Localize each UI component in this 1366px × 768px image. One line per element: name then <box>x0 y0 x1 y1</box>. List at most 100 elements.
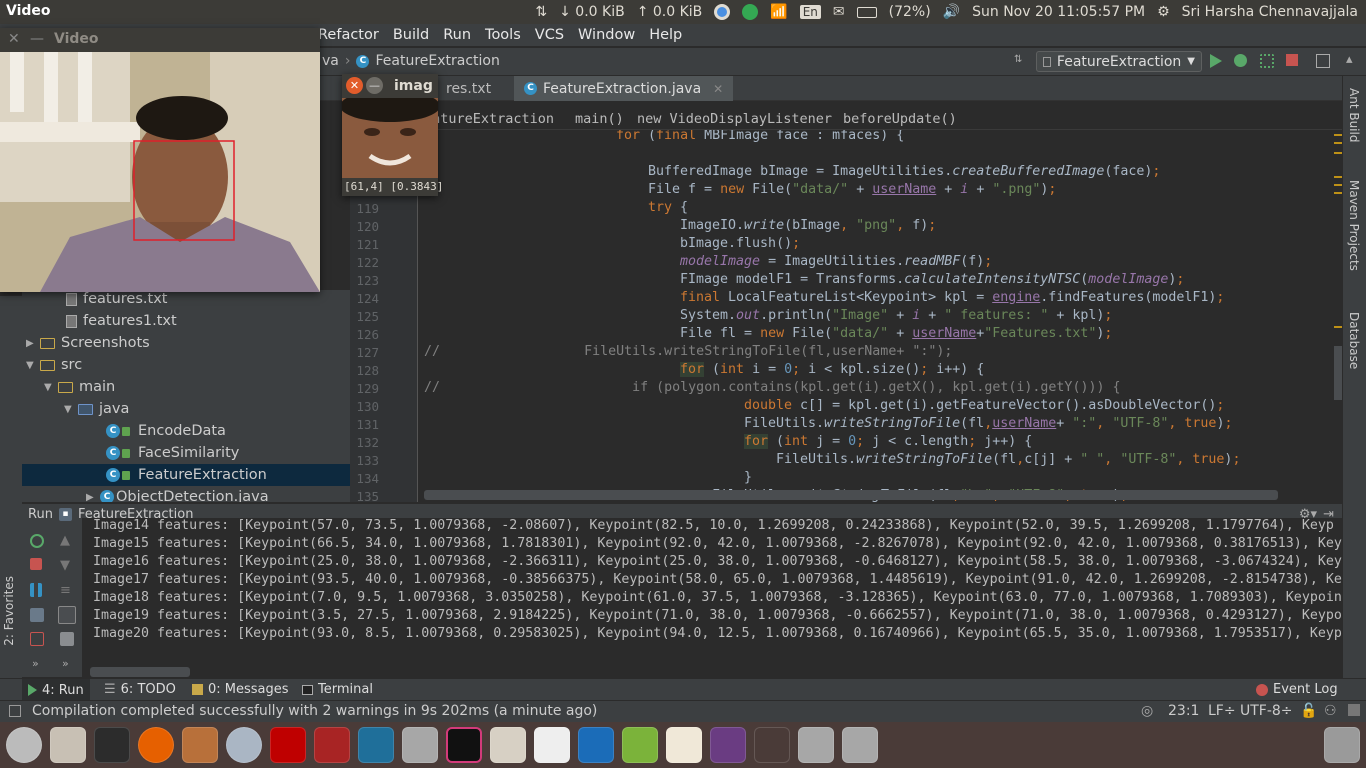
battery-icon[interactable] <box>856 6 877 18</box>
tab-event-log[interactable]: Event Log <box>1256 682 1338 697</box>
keyboard-layout[interactable]: En <box>799 5 821 19</box>
writer-launcher-icon[interactable] <box>578 727 614 763</box>
editor-scroll-marks[interactable] <box>1334 130 1342 502</box>
kodi-launcher-icon[interactable] <box>358 727 394 763</box>
chrome-icon[interactable] <box>714 4 731 20</box>
mail-icon[interactable]: ✉ <box>833 4 845 20</box>
chevron-down-icon[interactable]: ▼ <box>64 404 78 415</box>
chevron-right-icon[interactable]: ▶ <box>26 338 40 349</box>
tab-feature-extraction[interactable]: C FeatureExtraction.java ✕ <box>514 76 734 101</box>
scroll-end-icon[interactable] <box>58 606 76 624</box>
tree-item-features1-txt[interactable]: features1.txt <box>22 310 350 332</box>
debug-icon[interactable] <box>1234 54 1247 67</box>
tree-item-src[interactable]: ▼ src <box>22 354 350 376</box>
settings-launcher-icon[interactable] <box>6 727 42 763</box>
editor-horizontal-scrollbar[interactable] <box>424 490 1278 500</box>
menu-help[interactable]: Help <box>649 27 682 43</box>
menu-window[interactable]: Window <box>578 27 635 43</box>
drive-launcher-icon[interactable] <box>842 727 878 763</box>
code-editor[interactable]: for (final MBFImage face : mfaces) { Buf… <box>418 101 1334 502</box>
scroll-icon[interactable]: ▴ <box>1346 52 1360 67</box>
structure-icon[interactable] <box>1316 54 1330 68</box>
hangouts-icon[interactable] <box>742 4 759 20</box>
database-tab[interactable]: Database <box>1347 312 1361 369</box>
line-separator[interactable]: LF÷ <box>1208 703 1236 719</box>
sort-icon[interactable]: ⇅ <box>1014 54 1028 68</box>
text-editor-launcher-icon[interactable] <box>490 727 526 763</box>
print-icon[interactable] <box>60 632 74 646</box>
tab-terminal[interactable]: Terminal <box>302 682 373 697</box>
tab-messages[interactable]: 0: Messages <box>192 682 289 697</box>
drive-launcher-icon[interactable] <box>402 727 438 763</box>
image-window[interactable]: ✕ — imag [61,4] [0.3843] <box>342 74 443 196</box>
status-message[interactable]: Compilation completed successfully with … <box>32 703 597 719</box>
chevron-down-icon[interactable]: ▼ <box>44 382 58 393</box>
more-icon[interactable]: » <box>62 657 76 671</box>
minimize-icon[interactable]: — <box>366 77 383 94</box>
drive-launcher-icon[interactable] <box>798 727 834 763</box>
pdf-launcher-icon[interactable] <box>534 727 570 763</box>
ant-build-tab[interactable]: Ant Build <box>1347 88 1361 142</box>
file-encoding[interactable]: UTF-8÷ <box>1240 703 1293 719</box>
crumb-class[interactable]: eatureExtraction <box>424 111 554 127</box>
tab-res-txt[interactable]: res.txt <box>436 76 514 101</box>
close-icon[interactable]: ✕ <box>713 82 723 96</box>
trash-icon[interactable] <box>1324 727 1360 763</box>
crumb-listener[interactable]: new VideoDisplayListener <box>637 111 832 127</box>
console-horizontal-scrollbar[interactable] <box>90 667 190 677</box>
intellij-launcher-icon[interactable] <box>446 727 482 763</box>
menu-build[interactable]: Build <box>393 27 429 43</box>
java-launcher-icon[interactable] <box>666 727 702 763</box>
crumb-callback[interactable]: beforeUpdate() <box>843 111 957 127</box>
filezilla-launcher-icon[interactable] <box>270 727 306 763</box>
tree-item-screenshots[interactable]: ▶ Screenshots <box>22 332 350 354</box>
wrap-icon[interactable]: ≡ <box>60 583 74 598</box>
transfer-icon[interactable]: ⇅ <box>535 4 547 20</box>
video-window[interactable]: ✕ — Video <box>0 28 320 292</box>
tab-todo[interactable]: ☰ 6: TODO <box>104 682 176 697</box>
arrow-up-icon[interactable]: ▲ <box>60 533 74 548</box>
tools-launcher-icon[interactable] <box>182 727 218 763</box>
crumb-package[interactable]: va <box>322 53 339 69</box>
tab-run[interactable]: 4: Run <box>22 679 90 701</box>
run-configuration-select[interactable]: FeatureExtraction ▼ <box>1036 51 1202 72</box>
menu-tools[interactable]: Tools <box>485 27 521 43</box>
firefox-launcher-icon[interactable] <box>138 727 174 763</box>
tree-item-java[interactable]: ▼ java <box>22 398 350 420</box>
terminal-launcher-icon[interactable] <box>94 727 130 763</box>
video-window-titlebar[interactable]: ✕ — Video <box>0 28 320 52</box>
clock[interactable]: Sun Nov 20 11:05:57 PM <box>972 4 1145 20</box>
chevron-down-icon[interactable]: ▼ <box>26 360 40 371</box>
camera-icon[interactable] <box>30 608 44 622</box>
rerun-icon[interactable] <box>30 534 44 548</box>
close-icon[interactable]: ✕ <box>8 31 20 47</box>
volume-icon[interactable]: 🔊 <box>943 4 960 20</box>
user-name[interactable]: Sri Harsha Chennavajjala <box>1182 4 1358 20</box>
tree-item-features-txt[interactable]: features.txt <box>22 290 350 310</box>
run-icon[interactable] <box>1210 54 1222 68</box>
arrow-down-icon[interactable]: ▼ <box>60 558 74 573</box>
menu-vcs[interactable]: VCS <box>535 27 564 43</box>
crumb-class[interactable]: FeatureExtraction <box>375 53 499 69</box>
project-tree[interactable]: features.txt features1.txt ▶ Screenshots… <box>22 290 350 502</box>
pause-icon[interactable] <box>30 583 42 597</box>
run-console-output[interactable]: Image14 features: [Keypoint(57.0, 73.5, … <box>82 518 1342 677</box>
app-launcher-icon[interactable] <box>710 727 746 763</box>
wifi-icon[interactable]: 📶 <box>770 4 787 20</box>
stop-icon[interactable] <box>30 558 42 570</box>
tree-item-facesimilarity[interactable]: C FaceSimilarity <box>22 442 350 464</box>
close-icon[interactable]: ✕ <box>346 77 363 94</box>
favorites-tab[interactable]: 2: Favorites <box>2 576 16 646</box>
menu-run[interactable]: Run <box>443 27 471 43</box>
menu-refactor[interactable]: Refactor <box>318 27 379 43</box>
minimize-icon[interactable]: — <box>30 31 44 47</box>
tree-item-featureextraction[interactable]: C FeatureExtraction <box>22 464 350 486</box>
chrome-launcher-icon[interactable] <box>226 727 262 763</box>
crumb-method[interactable]: main() <box>575 111 624 127</box>
stop-icon[interactable] <box>1286 54 1298 66</box>
battery-percent[interactable]: (72%) <box>889 4 931 20</box>
restore-layout-icon[interactable] <box>30 632 44 646</box>
lock-icon[interactable]: 🔓 <box>1300 703 1317 719</box>
status-toggle-icon[interactable] <box>9 705 21 717</box>
chevron-right-icon[interactable]: ▶ <box>86 492 100 503</box>
